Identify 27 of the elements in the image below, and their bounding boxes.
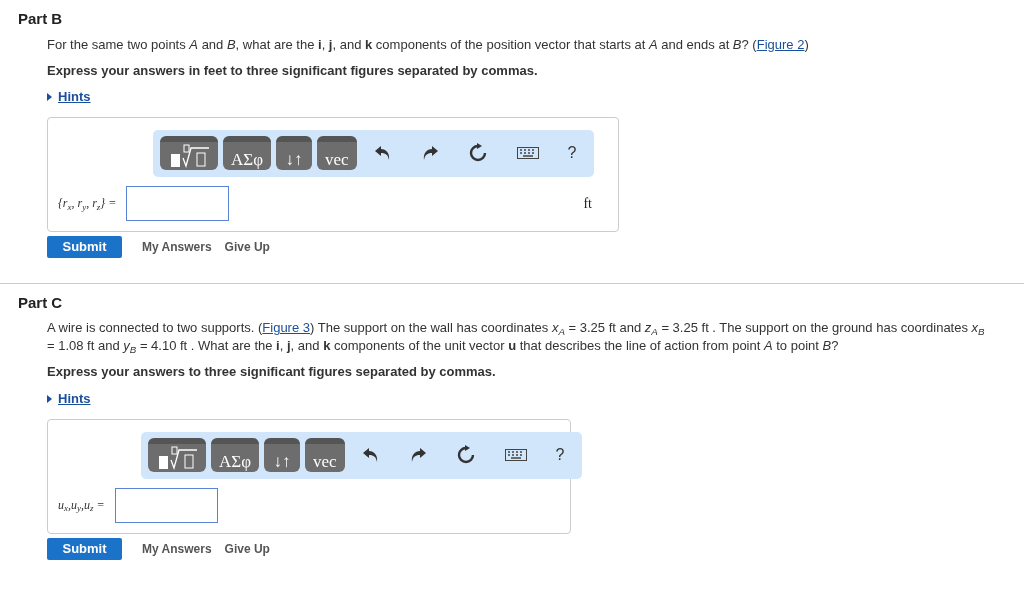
question-text: A wire is connected to two supports. (Figure 3) The support on the wall has coordinates x$_{A}$ = 3.25 ft and z$_{A}$ = 3.25 ft . The support on the ground has coordinates x$_{B}$ = 1.08 ft and y$_{B}$ = 4.10 ft . What are the i, j, and k components of the unit vector u that describes the line of action from point A to point B? <box>47 319 986 356</box>
toolbar-button[interactable]: vec <box>317 136 357 171</box>
instruction-text: Express your answers to three significant figures separated by commas. <box>47 363 497 382</box>
answer-link[interactable]: My Answers <box>142 237 212 256</box>
answer-label: {r$_{x}$, r$_{y}$, r$_{z}$} = <box>58 195 117 213</box>
toolbar-button[interactable]: ↓↑ <box>264 438 300 472</box>
toolbar-button[interactable]: ΑΣφ <box>211 438 259 472</box>
answer-link[interactable]: Give Up <box>224 539 270 558</box>
part-heading: Part B <box>17 9 64 29</box>
hints-toggle[interactable]: Hints <box>47 87 91 107</box>
answer-link[interactable]: My Answers <box>142 539 212 558</box>
part-heading: Part C <box>17 292 64 313</box>
figure-link[interactable]: Figure 2 <box>756 36 805 52</box>
unit-label: ft <box>583 194 592 213</box>
instruction-text: Express your answers in feet to three significant figures separated by commas. <box>47 61 539 80</box>
toolbar-button[interactable]: vec <box>305 438 345 472</box>
figure-link[interactable]: Figure 3 <box>262 320 311 336</box>
question-text: For the same two points A and B, what are the i, j, and k components of the position vector that starts at A and ends at B? (Figure 2) <box>47 35 810 54</box>
answer-label: u$_{x}$,u$_{y}$,u$_{z}$ = <box>58 497 105 514</box>
hints-toggle[interactable]: Hints <box>47 388 91 409</box>
help-button[interactable]: ? <box>567 141 577 166</box>
answer-link[interactable]: Give Up <box>224 237 270 256</box>
help-button[interactable]: ? <box>555 443 565 467</box>
submit-button[interactable]: Submit <box>47 235 122 258</box>
submit-button[interactable]: Submit <box>47 537 122 560</box>
toolbar-button[interactable]: ΑΣφ <box>223 136 271 171</box>
toolbar-button[interactable]: ↓↑ <box>276 136 312 171</box>
